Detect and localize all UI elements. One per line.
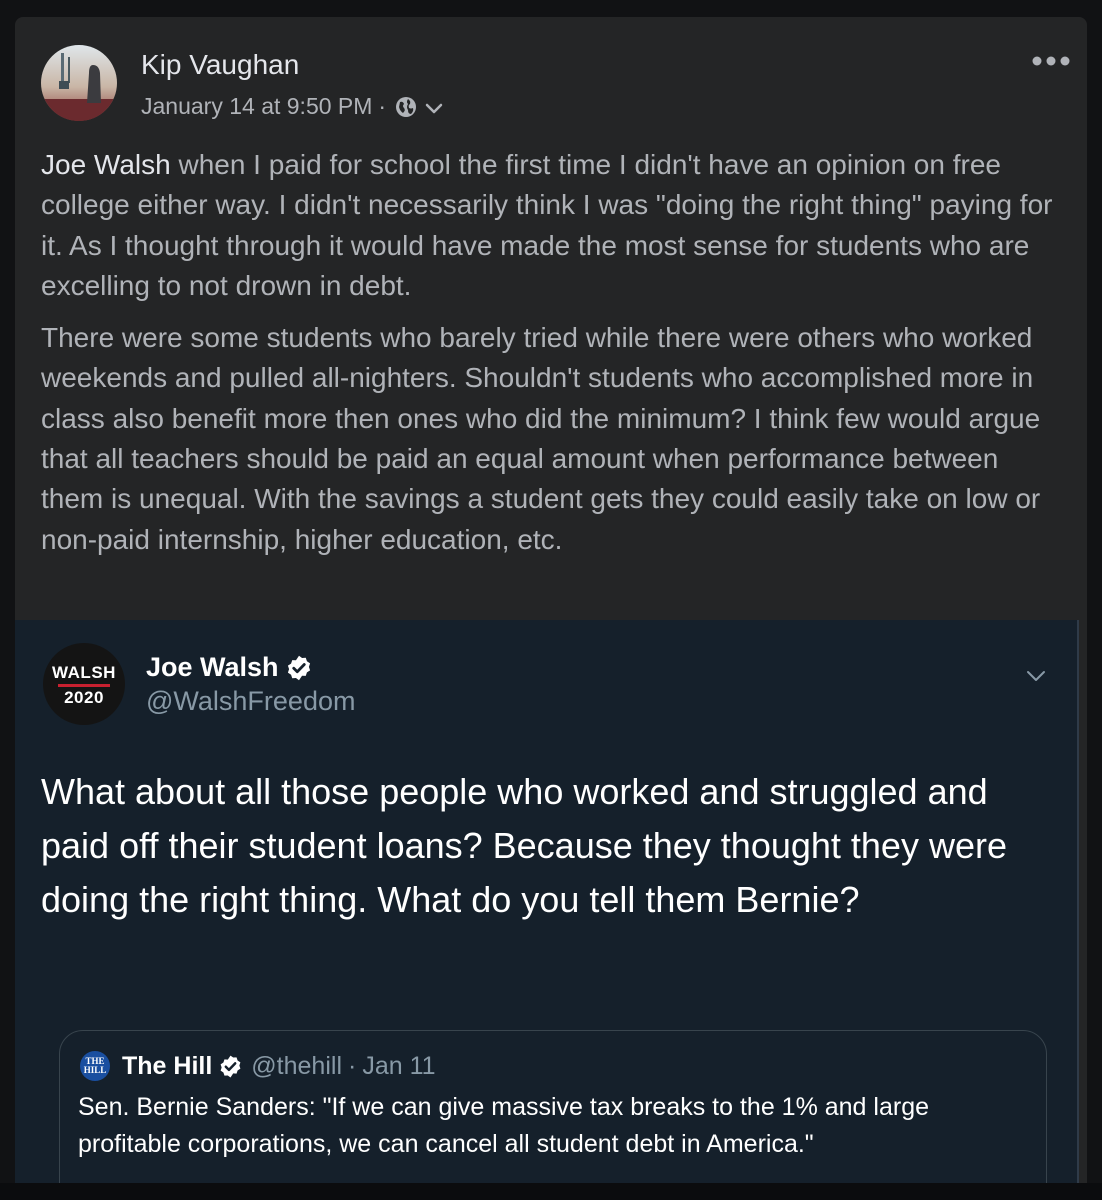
the-hill-logo[interactable]: THE HILL [80,1051,110,1081]
post-body: Joe Walsh when I paid for school the fir… [41,145,1065,572]
meta-separator: · [378,93,387,119]
embedded-tweet[interactable]: WALSH 2020 Joe Walsh @WalshFreedom What … [15,620,1079,1200]
globe-icon[interactable] [394,95,418,119]
tweet-text: What about all those people who worked a… [41,771,1007,920]
post-author-name[interactable]: Kip Vaughan [141,49,299,81]
avatar-logo-bar [58,684,110,687]
quoted-tweet-text: Sen. Bernie Sanders: "If we can give mas… [78,1093,930,1158]
paragraph-1-text: when I paid for school the first time I … [41,149,1053,301]
post-meta: January 14 at 9:50 PM · [141,93,444,120]
quoted-tweet-header: THE HILL The Hill @thehill · Jan 11 [80,1051,436,1081]
more-options-icon[interactable] [1031,55,1071,67]
tweet-author-name[interactable]: Joe Walsh [146,652,313,683]
avatar-logo-line-2: 2020 [64,688,104,707]
audience-caret-icon[interactable] [424,102,444,116]
chevron-down-icon[interactable] [1025,668,1047,684]
tweet-author-name-text: Joe Walsh [146,652,279,682]
quoted-tweet[interactable]: THE HILL The Hill @thehill · Jan 11 Sen. … [59,1030,1047,1200]
tweet-author-avatar[interactable]: WALSH 2020 [43,643,125,725]
post-paragraph-1: Joe Walsh when I paid for school the fir… [41,145,1065,306]
author-avatar[interactable] [41,45,117,121]
verified-badge-icon [287,655,310,680]
mention-link[interactable]: Joe Walsh [41,149,171,180]
post-timestamp[interactable]: January 14 at 9:50 PM [141,93,372,120]
tweet-author-handle[interactable]: @WalshFreedom [146,686,355,717]
quoted-separator: · [348,1051,357,1080]
avatar-logo-line-1: WALSH [52,663,116,682]
post-paragraph-2: There were some students who barely trie… [41,322,1041,555]
quoted-author-handle[interactable]: @thehill [251,1052,342,1081]
quoted-date[interactable]: Jan 11 [362,1052,435,1081]
verified-badge-icon [220,1055,241,1077]
facebook-post-card: Kip Vaughan January 14 at 9:50 PM · Joe … [15,17,1087,1200]
quoted-author-name[interactable]: The Hill [122,1052,212,1081]
logo-text-line-2: HILL [83,1065,107,1075]
the-hill-logo-text: THE HILL [84,1057,107,1075]
bottom-edge [0,1183,1102,1200]
